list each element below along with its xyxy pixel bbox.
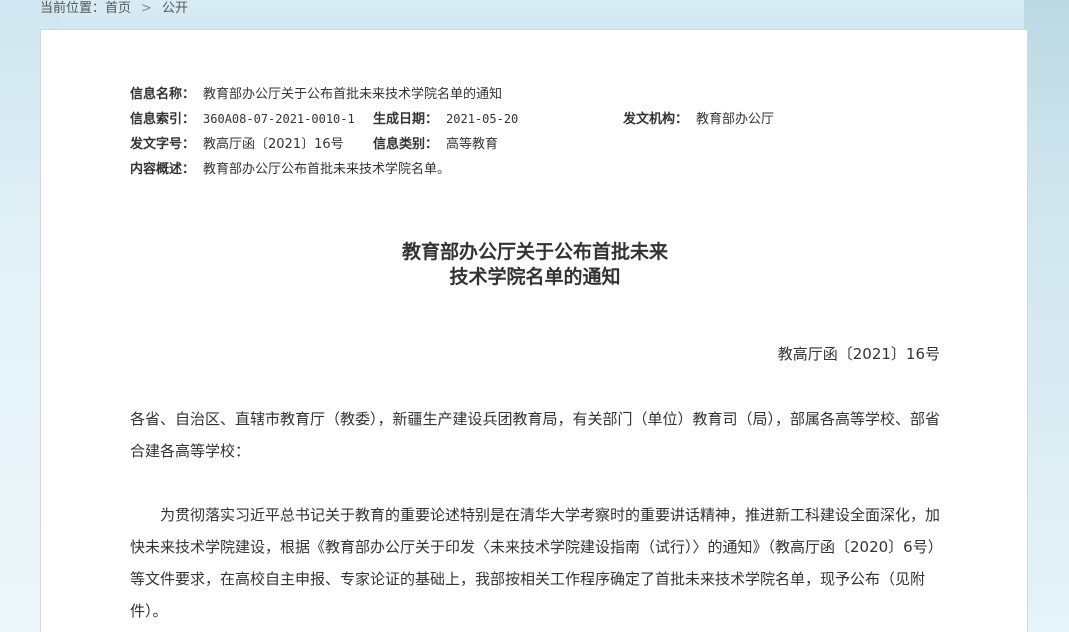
document-title-line-1: 教育部办公厅关于公布首批未来 bbox=[401, 241, 668, 263]
meta-row-summary: 内容概述： 教育部办公厅公布首批未来技术学院名单。 bbox=[130, 157, 950, 182]
category-value: 高等教育 bbox=[446, 137, 499, 152]
info-name-value: 教育部办公厅关于公布首批未来技术学院名单的通知 bbox=[203, 87, 503, 102]
date-label: 生成日期： bbox=[373, 112, 439, 127]
info-meta-table: 信息名称： 教育部办公厅关于公布首批未来技术学院名单的通知 信息索引： 360A08… bbox=[130, 82, 950, 182]
category-label: 信息类别： bbox=[373, 137, 439, 152]
document-title-line-2: 技术学院名单的通知 bbox=[449, 266, 621, 288]
meta-row-index: 信息索引： 360A08-07-2021-0010-1 生成日期： 2021-05-… bbox=[130, 107, 950, 132]
summary-value: 教育部办公厅公布首批未来技术学院名单。 bbox=[203, 162, 451, 177]
breadcrumb-current-link[interactable]: 公开 bbox=[162, 1, 188, 16]
index-value: 360A08-07-2021-0010-1 bbox=[203, 112, 355, 126]
breadcrumb: 当前位置：首页 > 公开 bbox=[40, 0, 188, 20]
index-label: 信息索引： bbox=[130, 112, 196, 127]
meta-row-doc-number: 发文字号： 教高厅函〔2021〕16号 信息类别： 高等教育 bbox=[130, 132, 950, 157]
issuer-value: 教育部办公厅 bbox=[696, 112, 775, 127]
document-addressees: 各省、自治区、直辖市教育厅（教委），新疆生产建设兵团教育局，有关部门（单位）教育… bbox=[130, 410, 941, 460]
summary-label: 内容概述： bbox=[130, 162, 196, 177]
issuer-label: 发文机构： bbox=[623, 112, 689, 127]
document-number: 教高厅函〔2021〕16号 bbox=[777, 345, 940, 363]
document-title: 教育部办公厅关于公布首批未来 技术学院名单的通知 bbox=[41, 240, 1029, 290]
doc-number-value: 教高厅函〔2021〕16号 bbox=[203, 137, 344, 152]
document-paragraph-1: 为贯彻落实习近平总书记关于教育的重要论述特别是在清华大学考察时的重要讲话精神，推… bbox=[130, 506, 941, 620]
document-panel: 信息名称： 教育部办公厅关于公布首批未来技术学院名单的通知 信息索引： 360A08… bbox=[40, 29, 1028, 632]
background-right bbox=[1024, 0, 1069, 632]
breadcrumb-separator: > bbox=[141, 1, 152, 16]
info-name-label: 信息名称： bbox=[130, 87, 196, 102]
meta-row-info-name: 信息名称： 教育部办公厅关于公布首批未来技术学院名单的通知 bbox=[130, 82, 950, 107]
doc-number-label: 发文字号： bbox=[130, 137, 196, 152]
breadcrumb-label: 当前位置： bbox=[40, 1, 106, 16]
breadcrumb-home-link[interactable]: 首页 bbox=[105, 1, 131, 16]
date-value: 2021-05-20 bbox=[446, 112, 519, 126]
